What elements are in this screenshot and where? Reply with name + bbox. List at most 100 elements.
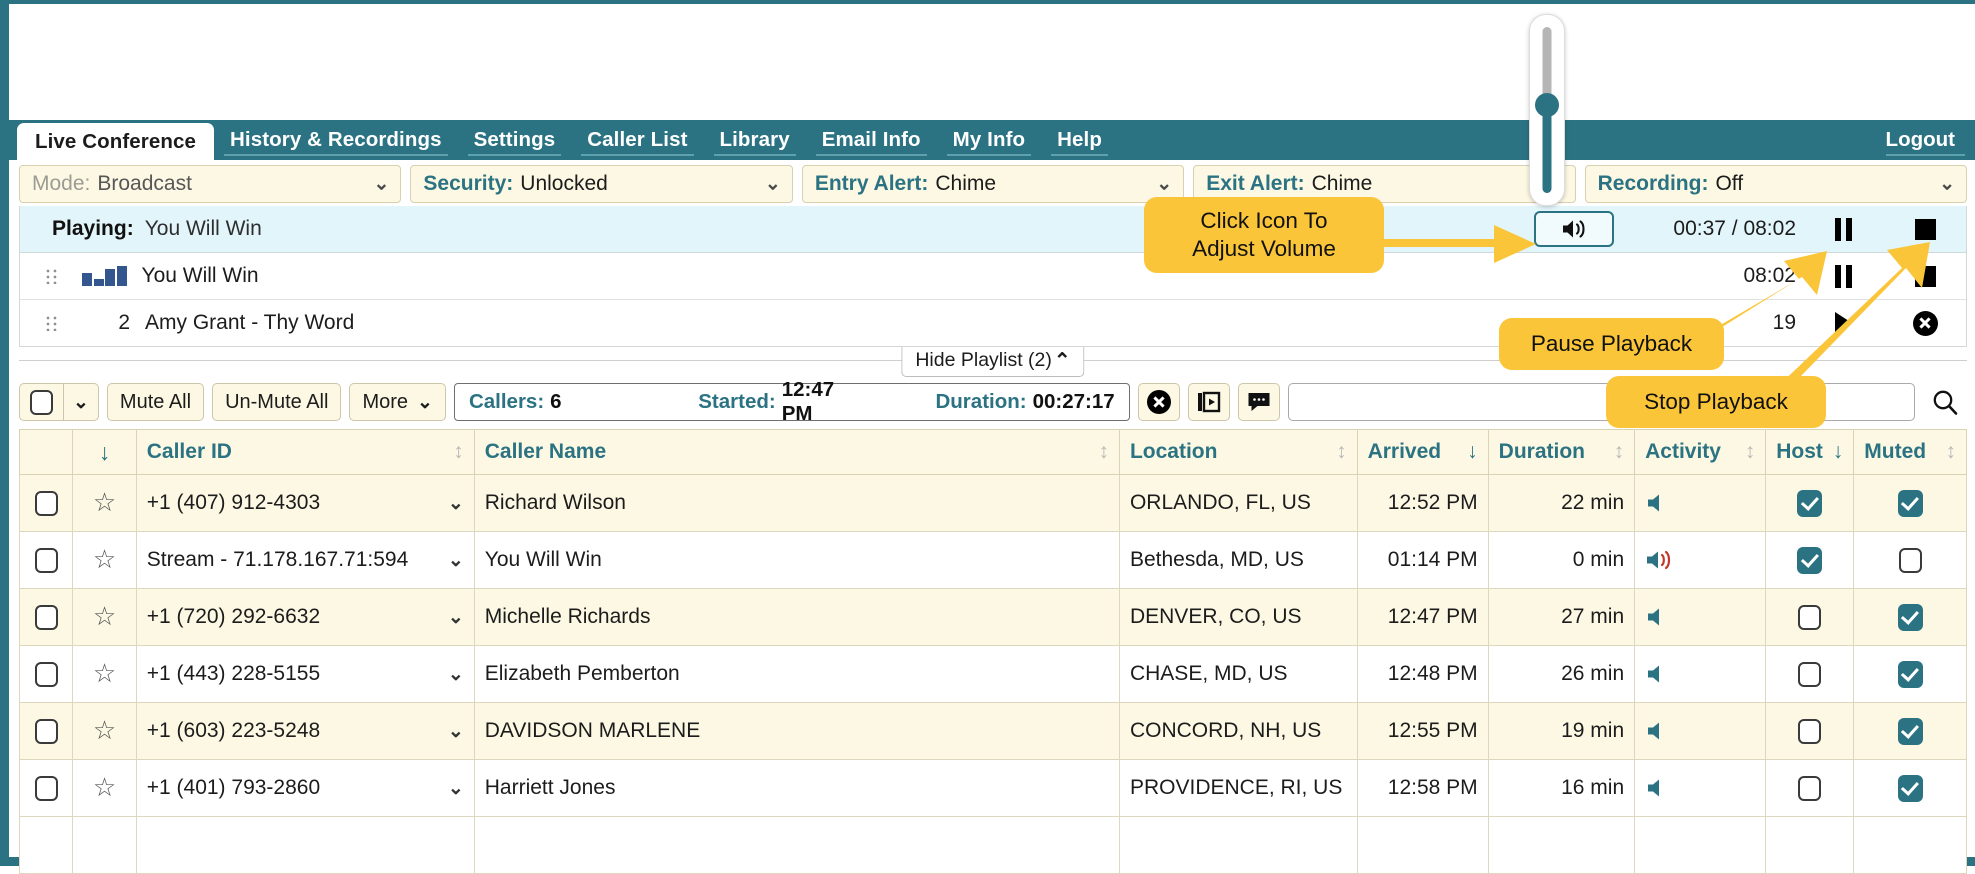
star-icon[interactable]: ☆ [93,601,116,631]
table-row[interactable]: ☆ +1 (603) 223-5248 ⌄ DAVIDSON MARLENE CONCO… [18,702,1967,760]
chat-button[interactable] [1237,383,1280,421]
chevron-down-icon[interactable]: ⌄ [448,663,464,686]
table-row[interactable]: ☆ +1 (443) 228-5155 ⌄ Elizabeth Pemberton CH… [18,645,1967,703]
cell-muted[interactable] [1853,759,1967,817]
tab-live-conference[interactable]: Live Conference [17,123,214,161]
disconnect-all-button[interactable] [1137,383,1180,421]
col-location[interactable]: Location ↕ [1118,429,1358,475]
host-checkbox[interactable] [1798,775,1822,801]
checkbox-icon[interactable] [34,547,58,573]
cell-select[interactable] [18,588,74,646]
cell-caller-id[interactable]: +1 (603) 223-5248 ⌄ [135,702,475,760]
col-favorite[interactable]: ↓ [72,429,137,475]
col-duration[interactable]: Duration ↕ [1487,429,1636,475]
cell-caller-id[interactable]: +1 (443) 228-5155 ⌄ [135,645,475,703]
table-row[interactable]: ☆ +1 (720) 292-6632 ⌄ Michelle Richards DENV… [18,588,1967,646]
recording-select[interactable]: Recording: Off ⌄ [1584,164,1968,203]
pause-button[interactable] [1802,217,1884,241]
cell-favorite[interactable]: ☆ [72,588,137,646]
chevron-down-icon[interactable]: ⌄ [448,777,464,800]
cell-muted[interactable] [1853,474,1967,532]
cell-host[interactable] [1765,759,1855,817]
cell-favorite[interactable]: ☆ [72,474,137,532]
col-caller-id[interactable]: Caller ID ↕ [135,429,475,475]
cell-caller-id[interactable]: +1 (407) 912-4303 ⌄ [135,474,475,532]
checkbox-icon[interactable] [34,490,58,516]
tab-email-info[interactable]: Email Info [806,120,937,160]
tab-my-info[interactable]: My Info [937,120,1041,160]
playlist-item-1[interactable]: You Will Win 08:02 [20,253,1966,300]
cell-activity[interactable] [1634,588,1767,646]
cell-favorite[interactable]: ☆ [72,759,137,817]
playlist-item-pause-button[interactable] [1802,264,1884,288]
search-button[interactable] [1923,388,1967,416]
tab-help[interactable]: Help [1041,120,1118,160]
muted-checkbox[interactable] [1897,774,1923,802]
cell-muted[interactable] [1853,645,1967,703]
checkbox-icon[interactable] [34,718,58,744]
cell-select[interactable] [18,474,74,532]
star-icon[interactable]: ☆ [93,772,116,802]
cell-host[interactable] [1765,474,1855,532]
cell-select[interactable] [18,702,74,760]
cell-activity[interactable] [1634,474,1767,532]
table-row[interactable]: ☆ +1 (401) 793-2860 ⌄ Harriett Jones PROVIDE… [18,759,1967,817]
cell-activity[interactable] [1634,759,1767,817]
chevron-down-icon[interactable]: ⌄ [448,549,464,572]
cell-muted[interactable] [1853,531,1967,589]
tab-settings[interactable]: Settings [458,120,572,160]
chevron-down-icon[interactable]: ⌄ [448,720,464,743]
cell-host[interactable] [1765,645,1855,703]
host-checkbox[interactable] [1798,718,1822,744]
cell-select[interactable] [18,759,74,817]
host-checkbox[interactable] [1797,489,1823,517]
checkbox-icon[interactable] [34,604,58,630]
cell-host[interactable] [1765,531,1855,589]
muted-checkbox[interactable] [1897,603,1923,631]
logout-button[interactable]: Logout [1876,120,1975,160]
cell-muted[interactable] [1853,588,1967,646]
cell-favorite[interactable]: ☆ [72,702,137,760]
cell-muted[interactable] [1853,702,1967,760]
cell-favorite[interactable]: ☆ [72,531,137,589]
table-row[interactable]: ☆ +1 (407) 912-4303 ⌄ Richard Wilson ORLANDO… [18,474,1967,532]
cell-caller-id[interactable]: +1 (720) 292-6632 ⌄ [135,588,475,646]
volume-slider-thumb[interactable] [1535,93,1559,117]
host-checkbox[interactable] [1797,546,1823,574]
muted-checkbox[interactable] [1898,547,1922,573]
playlist-item-play-button[interactable] [1802,312,1884,334]
play-media-button[interactable] [1187,383,1230,421]
star-icon[interactable]: ☆ [93,715,116,745]
col-activity[interactable]: Activity ↕ [1634,429,1767,475]
col-arrived[interactable]: Arrived ↓ [1356,429,1489,475]
un-mute-all-button[interactable]: Un-Mute All [212,383,342,421]
checkbox-icon[interactable] [34,661,58,687]
playlist-item-remove-button[interactable] [1884,310,1966,336]
checkbox-icon[interactable] [34,775,58,801]
stop-button[interactable] [1884,218,1966,240]
entry-alert-select[interactable]: Entry Alert: Chime ⌄ [801,164,1185,203]
muted-checkbox[interactable] [1897,660,1923,688]
cell-activity[interactable] [1634,702,1767,760]
cell-host[interactable] [1765,702,1855,760]
col-muted[interactable]: Muted ↕ [1853,429,1967,475]
host-checkbox[interactable] [1798,604,1822,630]
more-button[interactable]: More ⌄ [349,383,446,421]
muted-checkbox[interactable] [1897,717,1923,745]
table-row[interactable]: ☆ Stream - 71.178.167.71:594 ⌄ You Will Win… [18,531,1967,589]
host-checkbox[interactable] [1798,661,1822,687]
cell-activity[interactable] [1634,645,1767,703]
cell-activity[interactable] [1634,531,1767,589]
drag-handle-icon[interactable] [20,268,66,284]
cell-caller-id[interactable]: Stream - 71.178.167.71:594 ⌄ [135,531,475,589]
mute-all-button[interactable]: Mute All [106,383,205,421]
volume-button[interactable] [1534,211,1614,247]
chevron-down-icon[interactable]: ⌄ [448,492,464,515]
col-caller-name[interactable]: Caller Name ↕ [473,429,1120,475]
cell-favorite[interactable]: ☆ [72,645,137,703]
cell-select[interactable] [18,645,74,703]
security-select[interactable]: Security: Unlocked ⌄ [410,164,793,203]
muted-checkbox[interactable] [1897,489,1923,517]
cell-caller-id[interactable]: +1 (401) 793-2860 ⌄ [135,759,475,817]
tab-library[interactable]: Library [704,120,806,160]
